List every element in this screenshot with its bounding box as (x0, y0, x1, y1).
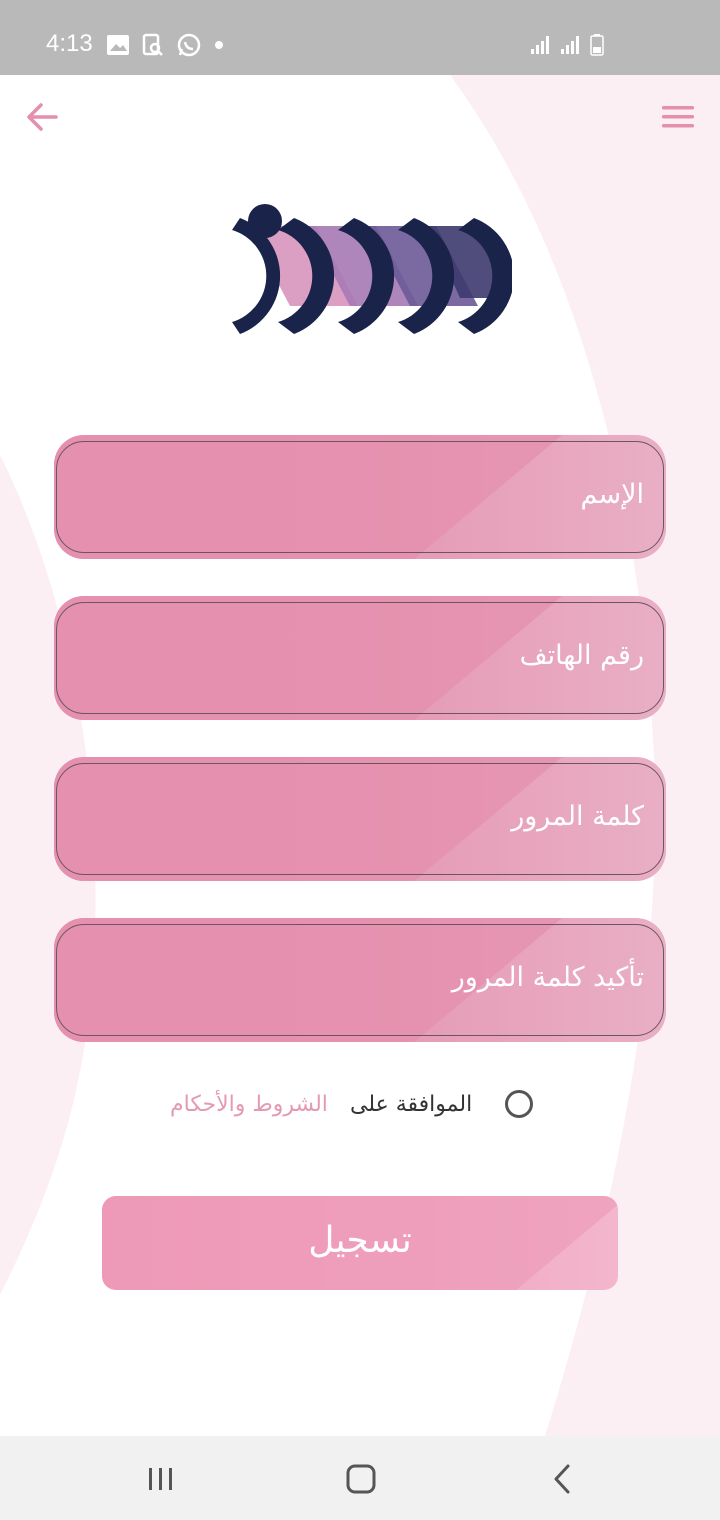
recent-apps-button[interactable] (136, 1454, 186, 1504)
arrow-left-icon (27, 103, 58, 131)
system-nav-bar (0, 1436, 720, 1520)
app-logo (199, 198, 515, 338)
password-field-placeholder: كلمة المرور (511, 801, 644, 832)
search-doc-icon (142, 33, 163, 56)
menu-button[interactable] (660, 100, 696, 134)
status-bar: 4:13 (0, 0, 720, 75)
recent-apps-icon (149, 1468, 172, 1490)
terms-link[interactable]: الشروط والأحكام (170, 1092, 328, 1117)
register-button[interactable]: تسجيل (102, 1196, 618, 1290)
confirm-password-field-placeholder: تأكيد كلمة المرور (451, 962, 644, 993)
status-notification-icons (106, 32, 224, 58)
terms-row: الموافقة على الشروط والأحكام (0, 1086, 720, 1126)
phone-field-placeholder: رقم الهاتف (519, 640, 644, 671)
status-time: 4:13 (46, 30, 93, 57)
phone-field[interactable]: رقم الهاتف (54, 596, 666, 720)
system-back-button[interactable] (538, 1454, 588, 1504)
terms-radio[interactable] (505, 1090, 533, 1118)
signal-icon (531, 36, 549, 54)
signal-icon (561, 36, 579, 54)
name-field[interactable]: الإسم (54, 435, 666, 559)
register-button-label: تسجيل (308, 1220, 412, 1261)
image-icon (107, 35, 129, 55)
field-outline (56, 441, 664, 553)
dot-icon (215, 41, 223, 49)
back-icon (554, 1464, 570, 1494)
whatsapp-icon (177, 33, 201, 57)
name-field-placeholder: الإسم (580, 479, 645, 510)
confirm-password-field[interactable]: تأكيد كلمة المرور (54, 918, 666, 1042)
terms-agree-text: الموافقة على (350, 1092, 473, 1117)
battery-icon (590, 34, 604, 56)
back-button[interactable] (24, 98, 62, 136)
home-button[interactable] (336, 1454, 386, 1504)
hamburger-menu-icon (662, 106, 694, 128)
home-icon (346, 1464, 376, 1494)
status-system-icons (530, 34, 604, 56)
password-field[interactable]: كلمة المرور (54, 757, 666, 881)
